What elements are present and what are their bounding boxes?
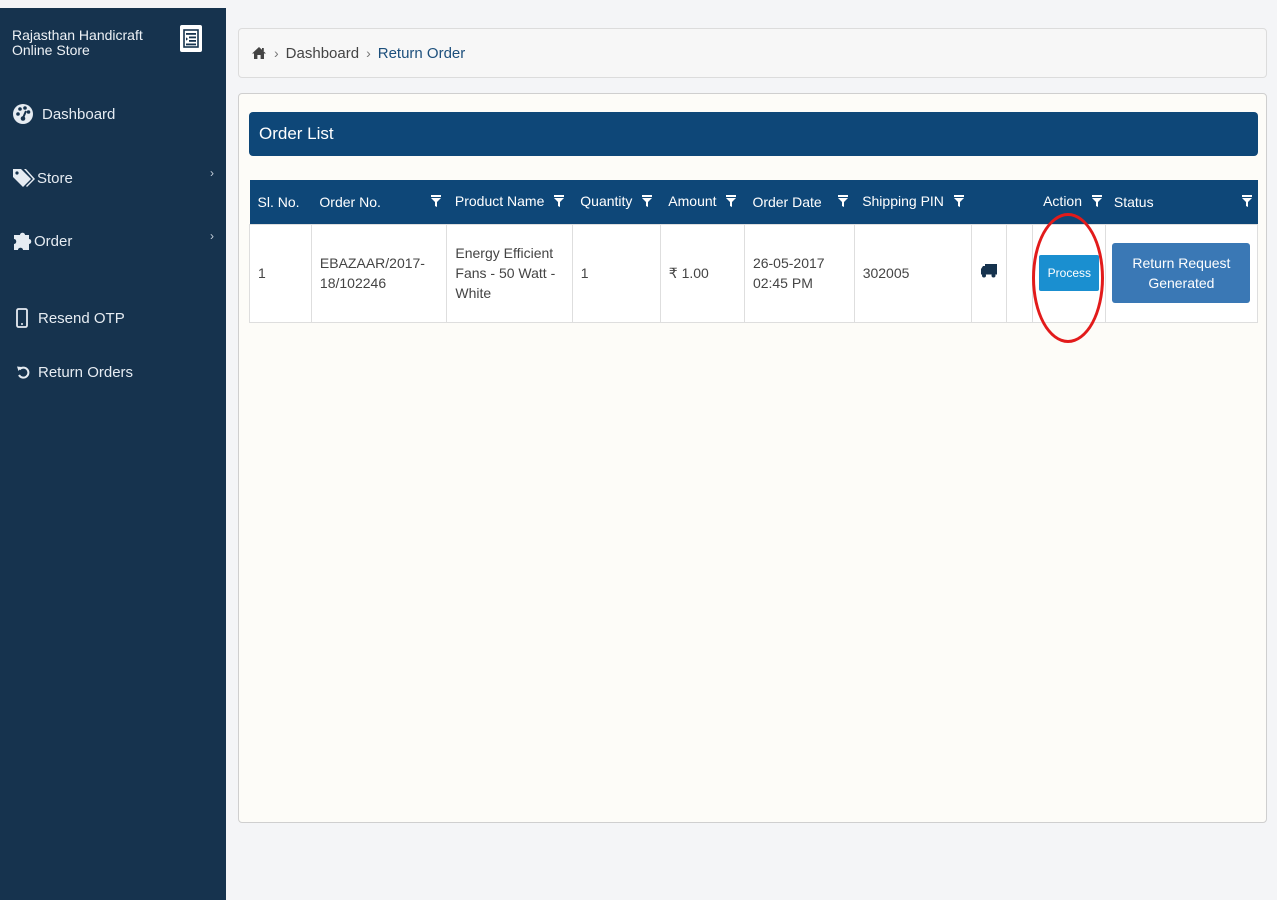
filter-icon[interactable] [726, 194, 737, 210]
column-header-order-date[interactable]: Order Date [744, 180, 855, 224]
breadcrumb: › Dashboard › Return Order [238, 28, 1267, 78]
column-header-amount[interactable]: Amount [660, 180, 745, 224]
column-header-order-no[interactable]: Order No. [311, 180, 447, 224]
table-header-row: Sl. No. Order No. Product Name Quantity [249, 180, 1258, 224]
breadcrumb-separator: › [366, 45, 371, 61]
breadcrumb-dashboard-link[interactable]: Dashboard [286, 45, 359, 62]
sidebar-item-label: Order [34, 232, 73, 250]
breadcrumb-separator: › [274, 45, 279, 61]
puzzle-icon [12, 230, 34, 252]
menu-toggle-icon[interactable] [180, 25, 202, 52]
sidebar-item-label: Dashboard [42, 105, 116, 123]
column-header-quantity[interactable]: Quantity [572, 180, 661, 224]
column-header-status[interactable]: Status [1105, 180, 1258, 224]
process-button[interactable]: Process [1039, 255, 1100, 291]
column-header-blank [1006, 180, 1033, 224]
chevron-right-icon: › [210, 229, 214, 243]
sidebar: Rajasthan Handicraft Online Store Dashbo… [0, 8, 226, 900]
store-brand: Rajasthan Handicraft Online Store [12, 27, 143, 58]
chevron-right-icon: › [210, 166, 214, 180]
cell-shipping-pin: 302005 [853, 223, 973, 323]
filter-icon[interactable] [430, 194, 441, 210]
cell-status: Return Request Generated [1105, 223, 1258, 323]
column-header-action[interactable]: Action [1032, 180, 1106, 224]
column-header-sl-no[interactable]: Sl. No. [249, 180, 312, 224]
truck-icon[interactable] [980, 263, 998, 278]
filter-icon[interactable] [1091, 194, 1102, 210]
cell-order-date: 26-05-2017 02:45 PM [743, 223, 855, 323]
cell-action: Process [1032, 223, 1107, 323]
filter-icon[interactable] [838, 194, 849, 210]
cell-blank [1006, 223, 1034, 323]
filter-icon[interactable] [953, 194, 964, 210]
column-header-shipping-pin[interactable]: Shipping PIN [854, 180, 972, 224]
column-header-shipping-icon [971, 180, 1007, 224]
panel-title: Order List [249, 112, 1258, 156]
cell-quantity: 1 [571, 223, 661, 323]
order-list-panel: Order List Sl. No. Order No. Product Nam… [238, 93, 1267, 823]
filter-icon[interactable] [554, 194, 565, 210]
breadcrumb-current: Return Order [377, 44, 466, 62]
cell-order-no: EBAZAAR/2017-18/102246 [310, 223, 448, 323]
orders-table: Sl. No. Order No. Product Name Quantity [249, 180, 1258, 323]
tag-icon [12, 167, 36, 189]
dashboard-icon [12, 103, 34, 125]
mobile-icon [16, 308, 28, 328]
sidebar-item-return-orders[interactable]: Return Orders [0, 352, 226, 392]
sidebar-item-label: Resend OTP [38, 309, 125, 327]
table-row: 1 EBAZAAR/2017-18/102246 Energy Efficien… [249, 223, 1258, 323]
sidebar-item-label: Return Orders [38, 363, 134, 381]
sidebar-item-order[interactable]: Order › [0, 221, 226, 261]
cell-shipping [971, 223, 1008, 323]
return-request-status-button[interactable]: Return Request Generated [1112, 243, 1251, 303]
cell-product-name: Energy Efficient Fans - 50 Watt - White [446, 223, 573, 323]
sidebar-item-dashboard[interactable]: Dashboard [0, 94, 226, 134]
home-icon[interactable] [251, 46, 267, 60]
sidebar-item-label: Store [37, 169, 73, 187]
undo-icon [16, 365, 30, 379]
filter-icon[interactable] [1241, 194, 1252, 210]
cell-amount: ₹ 1.00 [659, 223, 745, 323]
sidebar-item-resend-otp[interactable]: Resend OTP [0, 298, 226, 338]
cell-sl-no: 1 [249, 223, 312, 323]
column-header-product-name[interactable]: Product Name [446, 180, 573, 224]
sidebar-item-store[interactable]: Store › [0, 158, 226, 198]
filter-icon[interactable] [642, 194, 653, 210]
